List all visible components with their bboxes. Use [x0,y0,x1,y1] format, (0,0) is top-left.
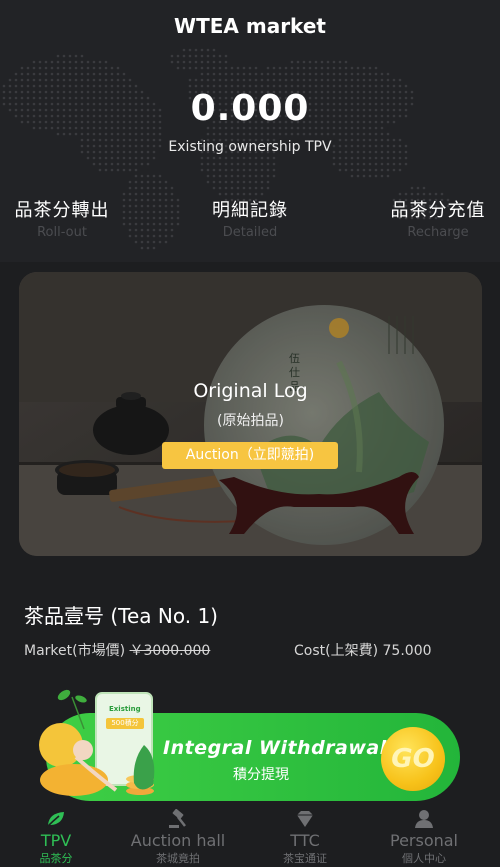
cost-value: 75.000 [382,643,432,659]
tab-ttc[interactable]: TTC 茶宝通证 [262,805,348,867]
card-title: Original Log [193,380,308,402]
auction-button[interactable]: Auction（立即競拍) [162,442,338,469]
balance-value: 0.000 [190,88,310,129]
diamond-icon [297,811,313,827]
header-panel: WTEA market 0.000 Existing ownership TPV… [0,0,500,262]
detailed-button[interactable]: 明細記錄 Detailed [200,196,300,240]
leaf-icon [46,812,64,828]
tab-personal-label: Personal [389,831,458,850]
tab-tpv-label: TPV [40,831,72,850]
recharge-label-zh: 品茶分充值 [390,200,486,221]
tab-ttc-label: TTC [290,831,320,850]
detailed-label-en: Detailed [222,225,278,240]
phone-label: Existing [109,705,141,713]
auction-card[interactable]: 伍 仕 品 Original Log (原始拍品) Auction（立即競拍) [19,272,482,556]
market-price-row: Market(市場價) ￥3000.000 [24,640,210,660]
tab-auction-hall[interactable]: Auction hall 茶城竟拍 [122,805,234,867]
roll-out-label-en: Roll-out [37,225,87,240]
recharge-label-en: Recharge [407,225,469,240]
go-button[interactable]: GO [381,727,445,791]
market-price-label: Market(市場價) [24,643,126,659]
card-subtitle: (原始拍品) [217,413,284,429]
bottom-tab-bar: TPV 品茶分 Auction hall 茶城竟拍 TTC 茶宝通证 Perso… [0,805,500,867]
banner-title: Integral Withdrawal [163,737,387,759]
integral-withdrawal-banner[interactable]: Existing 500積分 Integral Withdrawal 積分提現 … [36,685,466,805]
user-icon [415,810,433,828]
roll-out-label-zh: 品茶分轉出 [14,200,110,221]
market-price-value: ￥3000.000 [129,643,211,659]
banner-subtitle: 積分提現 [233,767,289,783]
product-name: 茶品壹号 (Tea No. 1) [24,604,218,628]
tab-auction-hall-label: Auction hall [130,831,226,850]
recharge-button[interactable]: 品茶分充值 Recharge [386,196,490,240]
tab-personal-sublabel: 個人中心 [402,852,446,865]
tab-ttc-sublabel: 茶宝通证 [283,852,327,865]
tab-auction-hall-sublabel: 茶城竟拍 [156,852,200,865]
cost-label: Cost(上架費) [294,643,379,659]
tab-personal[interactable]: Personal 個人中心 [378,805,470,867]
cost-row: Cost(上架費) 75.000 [294,640,432,660]
phone-value: 500積分 [106,718,144,729]
detailed-label-zh: 明細記錄 [212,200,288,221]
app-title: WTEA market [174,14,326,38]
roll-out-button[interactable]: 品茶分轉出 Roll-out [12,196,112,240]
balance-label: Existing ownership TPV [168,139,332,155]
gavel-icon [169,809,186,828]
tab-tpv[interactable]: TPV 品茶分 [18,805,94,867]
tab-tpv-sublabel: 品茶分 [39,852,73,865]
